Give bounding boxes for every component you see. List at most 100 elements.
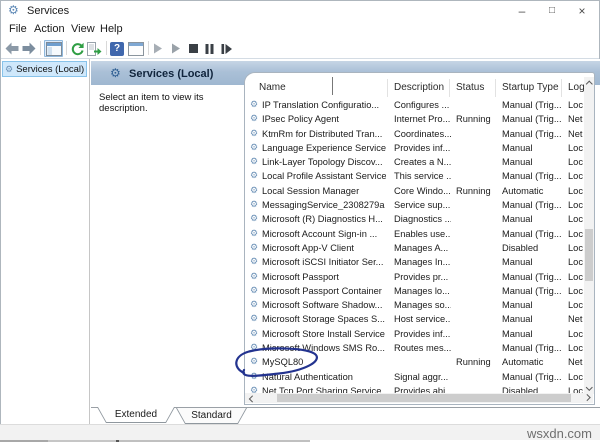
- show-console-tree-button[interactable]: [44, 40, 63, 57]
- table-row[interactable]: ⚙ KtmRm for Distributed Tran... Coordina…: [245, 128, 585, 142]
- column-header-status[interactable]: Status: [456, 82, 484, 93]
- service-startup-type: Manual: [502, 329, 564, 339]
- menu-help[interactable]: Help: [100, 23, 123, 35]
- service-startup-type: Manual: [502, 257, 564, 267]
- window-title: Services: [27, 5, 69, 17]
- table-row[interactable]: ⚙ Microsoft Passport Provides pr... Manu…: [245, 271, 585, 285]
- refresh-button[interactable]: [69, 40, 85, 57]
- gear-icon: ⚙: [250, 128, 261, 139]
- column-header-description[interactable]: Description: [394, 82, 444, 93]
- column-header-startup-type[interactable]: Startup Type: [502, 82, 559, 93]
- service-log-on-as: Loc: [568, 343, 585, 353]
- scroll-up-button[interactable]: [584, 77, 594, 87]
- service-list-panel: Name Description Status Startup Type Log…: [244, 72, 595, 405]
- properties-window-button[interactable]: [127, 40, 145, 57]
- table-row[interactable]: ⚙ IP Translation Configuratio... Configu…: [245, 99, 585, 113]
- gear-icon: ⚙: [250, 313, 261, 324]
- service-name: Microsoft Passport: [262, 272, 386, 282]
- watermark-text: wsxdn.com: [527, 426, 592, 441]
- minimize-button[interactable]: –: [507, 2, 537, 20]
- gear-icon: ⚙: [250, 199, 261, 210]
- service-description: Provides pr...: [394, 272, 451, 282]
- vertical-scroll-thumb[interactable]: [585, 229, 593, 281]
- service-name: MessagingService_2308279a: [262, 200, 386, 210]
- service-log-on-as: Loc: [568, 243, 585, 253]
- table-row[interactable]: ⚙ Microsoft Account Sign-in ... Enables …: [245, 228, 585, 242]
- pause-service-button[interactable]: [204, 40, 215, 57]
- tab-standard[interactable]: Standard: [176, 408, 247, 424]
- table-row[interactable]: ⚙ Microsoft Passport Container Manages l…: [245, 285, 585, 299]
- sidebar-item-label: Services (Local): [16, 64, 84, 75]
- tab-label: Extended: [97, 407, 175, 422]
- content-area: ⚙ Services (Local) ⚙ Services (Local) Se…: [1, 59, 599, 425]
- table-row[interactable]: ⚙ MessagingService_2308279a Service sup.…: [245, 199, 585, 213]
- table-row[interactable]: ⚙ Link-Layer Topology Discov... Creates …: [245, 156, 585, 170]
- table-row[interactable]: ⚙ Natural Authentication Signal aggr... …: [245, 371, 585, 385]
- service-description: Internet Pro...: [394, 114, 451, 124]
- stop-service-button[interactable]: [188, 40, 199, 57]
- table-row[interactable]: ⚙ Microsoft App-V Client Manages A... Di…: [245, 242, 585, 256]
- column-header-name[interactable]: Name: [259, 82, 286, 93]
- vertical-scrollbar[interactable]: [584, 77, 594, 394]
- export-list-button[interactable]: [86, 40, 103, 57]
- horizontal-scroll-thumb[interactable]: [277, 394, 571, 402]
- service-startup-type: Manual (Trig...: [502, 372, 564, 382]
- close-button[interactable]: ×: [567, 2, 597, 20]
- menu-file[interactable]: File: [9, 23, 27, 35]
- service-startup-type: Automatic: [502, 357, 564, 367]
- column-header-log-on-as[interactable]: Log: [568, 82, 585, 93]
- column-separator[interactable]: [495, 79, 496, 97]
- service-startup-type: Manual (Trig...: [502, 272, 564, 282]
- gear-icon: ⚙: [5, 64, 13, 75]
- table-row[interactable]: ⚙ Local Session Manager Core Windo... Ru…: [245, 185, 585, 199]
- service-description: This service ...: [394, 171, 451, 181]
- toolbar-separator: [106, 41, 107, 55]
- service-description: Service sup...: [394, 200, 451, 210]
- table-row[interactable]: ⚙ Microsoft Storage Spaces S... Host ser…: [245, 313, 585, 327]
- table-row[interactable]: ⚙ Language Experience Service Provides i…: [245, 142, 585, 156]
- table-row[interactable]: ⚙ Microsoft iSCSI Initiator Ser... Manag…: [245, 256, 585, 270]
- refresh-icon: [70, 42, 84, 56]
- column-separator[interactable]: [387, 79, 388, 97]
- service-name: Microsoft Software Shadow...: [262, 300, 386, 310]
- restart-service-button[interactable]: [220, 40, 233, 57]
- column-separator[interactable]: [561, 79, 562, 97]
- service-log-on-as: Loc: [568, 257, 585, 267]
- table-row[interactable]: ⚙ Local Profile Assistant Service This s…: [245, 170, 585, 184]
- service-description: Routes mes...: [394, 343, 451, 353]
- sidebar-item-services-local[interactable]: ⚙ Services (Local): [2, 61, 87, 77]
- service-status: Running: [456, 357, 500, 367]
- menu-view[interactable]: View: [71, 23, 95, 35]
- resume-service-button[interactable]: [170, 40, 182, 57]
- table-row[interactable]: ⚙ Microsoft Windows SMS Ro... Routes mes…: [245, 342, 585, 356]
- toolbar-separator: [66, 41, 67, 55]
- column-separator[interactable]: [449, 79, 450, 97]
- titlebar: ⚙ Services – □ ×: [1, 1, 599, 21]
- table-row[interactable]: ⚙ MySQL80 Running Automatic Net: [245, 356, 585, 370]
- list-header: Name Description Status Startup Type Log: [245, 76, 594, 97]
- menu-action[interactable]: Action: [34, 23, 65, 35]
- tab-extended[interactable]: Extended: [97, 407, 175, 423]
- service-status: Running: [456, 114, 500, 124]
- service-startup-type: Manual (Trig...: [502, 171, 564, 181]
- horizontal-scrollbar[interactable]: [245, 393, 585, 403]
- scroll-left-button[interactable]: [246, 393, 256, 403]
- table-row[interactable]: ⚙ Microsoft Store Install Service Provid…: [245, 328, 585, 342]
- service-log-on-as: Loc: [568, 229, 585, 239]
- maximize-button[interactable]: □: [537, 2, 567, 20]
- table-row[interactable]: ⚙ Microsoft (R) Diagnostics H... Diagnos…: [245, 213, 585, 227]
- start-service-button[interactable]: [152, 40, 164, 57]
- table-row[interactable]: ⚙ Microsoft Software Shadow... Manages s…: [245, 299, 585, 313]
- service-log-on-as: Net: [568, 357, 585, 367]
- page-background-strip: wsxdn.com: [0, 424, 600, 440]
- service-name: Microsoft Windows SMS Ro...: [262, 343, 386, 353]
- forward-button[interactable]: [21, 40, 36, 57]
- service-log-on-as: Net: [568, 314, 585, 324]
- table-row[interactable]: ⚙ IPsec Policy Agent Internet Pro... Run…: [245, 113, 585, 127]
- service-description: Configures ...: [394, 100, 451, 110]
- app-gear-icon: ⚙: [8, 3, 19, 17]
- back-button[interactable]: [4, 40, 19, 57]
- help-button[interactable]: ?: [109, 40, 125, 57]
- scroll-right-button[interactable]: [583, 393, 593, 403]
- tab-label: Standard: [176, 408, 247, 423]
